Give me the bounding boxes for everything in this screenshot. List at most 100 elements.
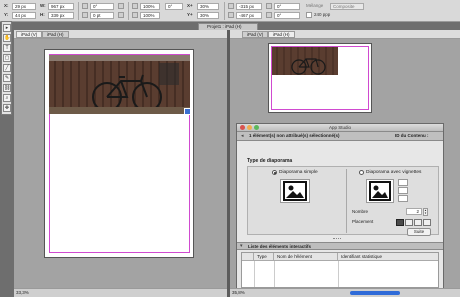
divider bbox=[224, 2, 225, 20]
placement-left-button[interactable] bbox=[396, 219, 404, 226]
blend-mode-label: Mélange bbox=[306, 3, 324, 8]
count-stepper[interactable]: ▴ ▾ bbox=[423, 208, 428, 216]
selection-text: 1 élément(s) non attribué(s) sélectionné… bbox=[249, 133, 340, 138]
content-skew-field[interactable]: 0° bbox=[274, 12, 300, 19]
thumbnail-2-icon bbox=[398, 187, 408, 194]
item-tool-icon[interactable]: ▸ bbox=[3, 24, 11, 32]
scale-x-field[interactable]: 100% bbox=[140, 3, 160, 10]
placement-bottom-button[interactable] bbox=[423, 219, 431, 226]
horizontal-scrollbar[interactable] bbox=[350, 291, 400, 295]
thumbnail-1-icon bbox=[398, 179, 408, 186]
thumbnail-strip bbox=[398, 179, 410, 203]
count-field[interactable]: 2 bbox=[406, 208, 422, 215]
text-tool-icon[interactable]: T bbox=[3, 44, 11, 52]
left-pane-tabbar: iPad (V) iPad (H) bbox=[14, 30, 227, 39]
column-blank bbox=[242, 253, 254, 261]
y-field[interactable]: 44 px bbox=[12, 12, 36, 19]
simple-slideshow-icon[interactable] bbox=[280, 179, 310, 203]
x-scale-field[interactable]: 30% bbox=[197, 3, 219, 10]
link-tool-icon[interactable]: ⛓ bbox=[3, 84, 11, 92]
offset-x-icon[interactable] bbox=[228, 3, 234, 9]
scale-y-field[interactable]: 100% bbox=[140, 12, 160, 19]
radio-thumbnails[interactable] bbox=[359, 170, 364, 175]
w-field[interactable]: 967 px bbox=[48, 3, 74, 10]
divider bbox=[78, 2, 79, 20]
interactive-elements-table[interactable]: Type Nom de l'élément Identifiant statis… bbox=[241, 252, 439, 288]
x-label: X: bbox=[4, 3, 9, 8]
resolution-icon bbox=[306, 12, 312, 18]
content-skew-icon[interactable] bbox=[266, 12, 272, 18]
measurement-control-bar: X: 29 px Y: 44 px W: 967 px H: 339 px 0°… bbox=[0, 0, 460, 22]
resize-grip[interactable] bbox=[333, 238, 341, 240]
palette-title: App Studio bbox=[329, 125, 352, 130]
tab-ipad-portrait[interactable]: iPad (V) bbox=[242, 31, 269, 38]
y-scale-field[interactable]: 30% bbox=[197, 12, 219, 19]
thumbnail-3-icon bbox=[398, 195, 408, 202]
count-label: Nombre bbox=[352, 209, 369, 214]
content-rotate-field[interactable]: 0° bbox=[274, 3, 300, 10]
content-rotate-icon[interactable] bbox=[266, 3, 272, 9]
tab-ipad-landscape[interactable]: iPad (H) bbox=[42, 31, 69, 38]
back-icon[interactable]: ◂ bbox=[241, 133, 244, 139]
content-tool-icon[interactable]: ✋ bbox=[3, 34, 11, 42]
radio-simple[interactable] bbox=[272, 170, 277, 175]
palette-titlebar[interactable]: App Studio bbox=[237, 124, 443, 132]
rotate-icon[interactable] bbox=[82, 3, 88, 9]
x-field[interactable]: 29 px bbox=[12, 3, 36, 10]
column-type[interactable]: Type bbox=[254, 253, 274, 261]
zoom-icon[interactable] bbox=[254, 125, 259, 130]
zoom-tool-icon[interactable]: ⌕ bbox=[3, 94, 11, 102]
ipad-portrait-page[interactable] bbox=[44, 49, 194, 258]
minimize-icon[interactable] bbox=[247, 125, 252, 130]
stroke-field[interactable]: 0 pt bbox=[90, 12, 114, 19]
placement-right-button[interactable] bbox=[414, 219, 422, 226]
interactive-badge-icon[interactable] bbox=[184, 108, 191, 115]
right-zoom-level[interactable]: 35,8% bbox=[232, 290, 245, 295]
divider bbox=[128, 2, 129, 20]
pen-tool-icon[interactable]: ✎ bbox=[3, 74, 11, 82]
left-layout-pane[interactable] bbox=[14, 39, 227, 288]
image-placeholder-icon bbox=[369, 181, 391, 201]
pan-tool-icon[interactable]: ✥ bbox=[3, 104, 11, 112]
effective-resolution: 240 ppp bbox=[314, 12, 331, 17]
tools-palette: ▸ ✋ T ▢ ╱ ✎ ⛓ ⌕ ✥ bbox=[1, 21, 12, 115]
offset-x-field[interactable]: -315 px bbox=[236, 3, 262, 10]
scale-x-icon[interactable] bbox=[132, 3, 138, 9]
interactive-list-header[interactable]: ▾ Liste des éléments interactifs bbox=[237, 242, 443, 250]
suite-button[interactable]: Suite bbox=[407, 228, 431, 236]
scale-y-icon[interactable] bbox=[132, 12, 138, 18]
image-placeholder-icon bbox=[283, 181, 307, 201]
angle-field[interactable]: 0° bbox=[90, 3, 114, 10]
tab-ipad-portrait[interactable]: iPad (V) bbox=[16, 31, 43, 38]
bicycle-photo-box[interactable] bbox=[272, 47, 338, 75]
flip-icon[interactable] bbox=[118, 3, 124, 9]
rectangle-tool-icon[interactable]: ▢ bbox=[3, 54, 11, 62]
slideshow-type-group: Diaporama simple Diaporama avec vignette… bbox=[247, 166, 439, 235]
collapse-icon[interactable]: ▾ bbox=[240, 243, 243, 250]
line-tool-icon[interactable]: ╱ bbox=[3, 64, 11, 72]
left-zoom-level[interactable]: 33,3% bbox=[16, 290, 29, 295]
placement-top-button[interactable] bbox=[405, 219, 413, 226]
w-label: W: bbox=[40, 3, 46, 8]
bicycle-image bbox=[272, 47, 338, 75]
blend-mode-select[interactable]: Composite bbox=[330, 3, 364, 10]
style-icon[interactable] bbox=[118, 12, 124, 18]
column-analytics-id[interactable]: Identifiant statistique bbox=[338, 253, 438, 261]
bicycle-photo-box[interactable] bbox=[49, 55, 190, 114]
app-studio-palette: App Studio ◂ 1 élément(s) non attribué(s… bbox=[236, 123, 444, 290]
section-title: Type de diaporama bbox=[247, 158, 293, 164]
ipad-landscape-page[interactable] bbox=[268, 43, 372, 113]
offset-y-field[interactable]: -467 px bbox=[236, 12, 262, 19]
tab-ipad-landscape[interactable]: iPad (H) bbox=[268, 31, 295, 38]
close-icon[interactable] bbox=[240, 125, 245, 130]
skew-field[interactable]: 0° bbox=[165, 3, 183, 10]
thumbnail-slideshow-icon[interactable] bbox=[366, 179, 394, 203]
option-simple-label: Diaporama simple bbox=[279, 170, 318, 175]
offset-y-icon[interactable] bbox=[228, 12, 234, 18]
h-field[interactable]: 339 px bbox=[48, 12, 74, 19]
y-label: Y: bbox=[4, 12, 9, 17]
bicycle-image bbox=[49, 55, 190, 114]
options-divider bbox=[346, 169, 347, 233]
stroke-icon[interactable] bbox=[82, 12, 88, 18]
column-name[interactable]: Nom de l'élément bbox=[274, 253, 338, 261]
